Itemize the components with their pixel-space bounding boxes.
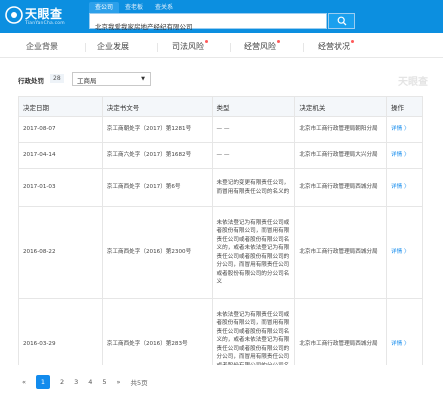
detail-link[interactable]: 详情 〉 [391, 341, 410, 347]
page-1[interactable]: 1 [35, 374, 50, 389]
page-2[interactable]: 2 [60, 378, 64, 386]
cell-type: — — [211, 142, 296, 169]
header-action: 操作 [386, 96, 423, 117]
header-type: 类型 [211, 96, 296, 117]
page-5[interactable]: 5 [102, 378, 106, 386]
next-page-button[interactable]: » [117, 378, 121, 386]
detail-link[interactable]: 详情 〉 [391, 249, 410, 255]
cell-date: 2016-03-29 [18, 298, 103, 365]
cell-action: 详情 〉 [386, 116, 423, 143]
header-date: 决定日期 [18, 96, 103, 117]
detail-link[interactable]: 详情 〉 [391, 126, 410, 132]
table-row: 2017-01-03 京工商西处字（2017）第6号 未登记的变更有限责任公司，… [18, 168, 423, 207]
header-document-no: 决定书文号 [101, 96, 213, 117]
table-viewport: 决定日期 决定书文号 类型 决定机关 操作 2017-08-07 京工商朝处字（… [0, 0, 443, 365]
page-4[interactable]: 4 [88, 378, 92, 386]
cell-document-no: 京工商六处字（2017）第1682号 [101, 142, 213, 169]
cell-document-no: 京工商西处字（2017）第6号 [101, 168, 213, 207]
table-row: 2017-08-07 京工商朝处字（2017）第1281号 — — 北京市工商行… [18, 116, 423, 143]
cell-action: 详情 〉 [386, 298, 423, 365]
table-row: 2016-08-22 京工商西处字（2016）第2300号 未依法登记为有限责任… [18, 206, 423, 299]
page-total: 共5页 [130, 378, 148, 387]
table-row: 2016-03-29 京工商西处字（2016）第283号 未依法登记为有限责任公… [18, 298, 423, 365]
cell-date: 2017-04-14 [18, 142, 103, 169]
cell-action: 详情 〉 [386, 168, 423, 207]
cell-type: 未依法登记为有限责任公司或者股份有限公司，而冒用有限责任公司或者股份有限公司名义… [211, 298, 296, 365]
pagination: « 1 2 3 4 5 » 共5页 [22, 374, 148, 389]
cell-authority: 北京市工商行政管理局西城分局 [294, 168, 388, 207]
prev-page-button[interactable]: « [22, 378, 26, 386]
cell-authority: 北京市工商行政管理局西城分局 [294, 206, 388, 299]
cell-authority: 北京市工商行政管理局大兴分局 [294, 142, 388, 169]
table-header-row: 决定日期 决定书文号 类型 决定机关 操作 [18, 96, 423, 117]
cell-type: 未登记的变更有限责任公司，而冒用有限责任公司的名义的 [211, 168, 296, 207]
cell-action: 详情 〉 [386, 142, 423, 169]
table-row: 2017-04-14 京工商六处字（2017）第1682号 — — 北京市工商行… [18, 142, 423, 169]
cell-document-no: 京工商西处字（2016）第283号 [101, 298, 213, 365]
cell-date: 2017-01-03 [18, 168, 103, 207]
cell-authority: 北京市工商行政管理局朝阳分局 [294, 116, 388, 143]
cell-document-no: 京工商西处字（2016）第2300号 [101, 206, 213, 299]
page-3[interactable]: 3 [74, 378, 78, 386]
penalty-table: 决定日期 决定书文号 类型 决定机关 操作 2017-08-07 京工商朝处字（… [18, 96, 423, 365]
detail-link[interactable]: 详情 〉 [391, 184, 410, 190]
detail-link[interactable]: 详情 〉 [391, 152, 410, 158]
cell-action: 详情 〉 [386, 206, 423, 299]
cell-type: 未依法登记为有限责任公司或者股份有限公司，而冒用有限责任公司或者股份有限公司名义… [211, 206, 296, 299]
cell-date: 2017-08-07 [18, 116, 103, 143]
cell-authority: 北京市工商行政管理局西城分局 [294, 298, 388, 365]
cell-document-no: 京工商朝处字（2017）第1281号 [101, 116, 213, 143]
cell-type: — — [211, 116, 296, 143]
header-authority: 决定机关 [294, 96, 388, 117]
cell-date: 2016-08-22 [18, 206, 103, 299]
